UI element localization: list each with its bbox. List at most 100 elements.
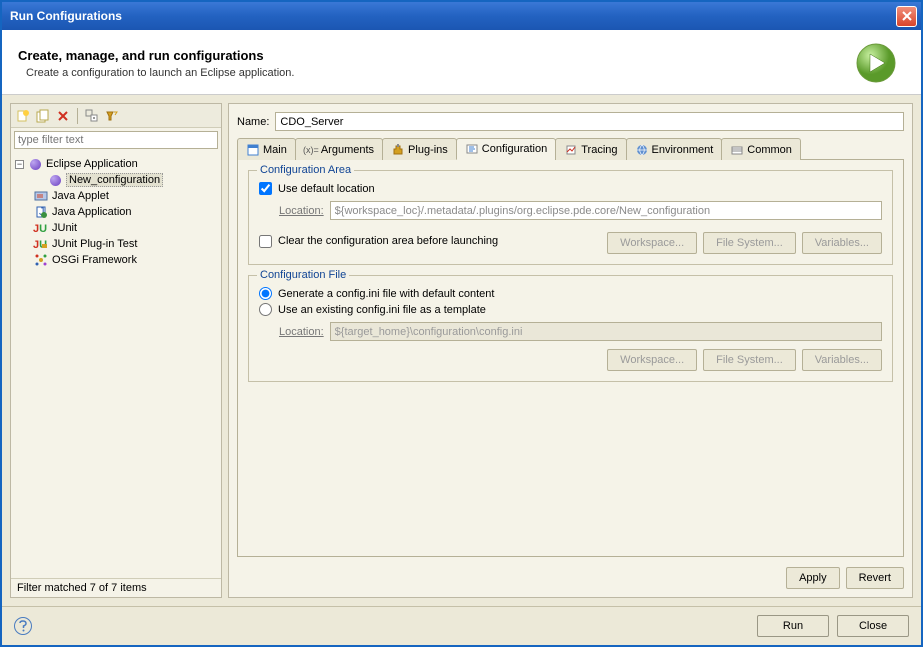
generate-config-radio[interactable] xyxy=(259,287,272,300)
window-title: Run Configurations xyxy=(10,9,896,23)
apply-button[interactable]: Apply xyxy=(786,567,840,589)
configuration-file-group: Configuration File Generate a config.ini… xyxy=(248,275,893,382)
existing-config-label: Use an existing config.ini file as a tem… xyxy=(278,304,486,316)
tree-label: JUnit Plug-in Test xyxy=(52,238,137,250)
close-icon xyxy=(902,11,912,21)
use-default-location-checkbox[interactable] xyxy=(259,182,272,195)
filter-icon xyxy=(105,109,119,123)
left-panel: − Eclipse Application New_configuration … xyxy=(10,103,222,598)
use-default-location-row: Use default location xyxy=(259,182,882,195)
tree-node-junit[interactable]: JU JUnit xyxy=(33,220,217,236)
workspace-button: Workspace... xyxy=(607,232,697,254)
tab-configuration[interactable]: Configuration xyxy=(456,138,556,160)
duplicate-config-button[interactable] xyxy=(35,108,51,124)
tab-arguments[interactable]: (x)=Arguments xyxy=(295,138,383,160)
tab-common[interactable]: Common xyxy=(721,138,801,160)
header-subtitle: Create a configuration to launch an Ecli… xyxy=(26,67,855,79)
run-config-dialog: Run Configurations Create, manage, and r… xyxy=(0,0,923,647)
filter-button[interactable] xyxy=(104,108,120,124)
tree-node-eclipse-application[interactable]: − Eclipse Application xyxy=(15,156,217,172)
use-default-location-label: Use default location xyxy=(278,183,375,195)
generate-config-row: Generate a config.ini file with default … xyxy=(259,287,882,300)
tab-label: Arguments xyxy=(321,144,374,156)
config-tree: − Eclipse Application New_configuration … xyxy=(11,152,221,578)
location-input xyxy=(330,201,882,220)
existing-config-radio[interactable] xyxy=(259,303,272,316)
template-location-input xyxy=(330,322,882,341)
variables-button: Variables... xyxy=(802,232,882,254)
tab-label: Main xyxy=(263,144,287,156)
tree-label: Java Applet xyxy=(52,190,109,202)
new-config-button[interactable] xyxy=(15,108,31,124)
new-icon xyxy=(16,109,30,123)
close-button[interactable]: Close xyxy=(837,615,909,637)
name-label: Name: xyxy=(237,116,269,128)
configuration-area-group: Configuration Area Use default location … xyxy=(248,170,893,265)
tab-environment[interactable]: Environment xyxy=(626,138,723,160)
tree-label: JUnit xyxy=(52,222,77,234)
variables-button: Variables... xyxy=(802,349,882,371)
tab-main[interactable]: Main xyxy=(237,138,296,160)
collapse-toggle[interactable]: − xyxy=(15,160,24,169)
tree-node-new-configuration[interactable]: New_configuration xyxy=(47,172,217,188)
window-close-button[interactable] xyxy=(896,6,917,27)
main-tab-icon xyxy=(246,143,260,157)
tab-content: Configuration Area Use default location … xyxy=(237,160,904,557)
tab-label: Configuration xyxy=(482,143,547,155)
delete-config-button[interactable] xyxy=(55,108,71,124)
header-title: Create, manage, and run configurations xyxy=(18,48,855,63)
tab-label: Common xyxy=(747,144,792,156)
plugins-tab-icon xyxy=(391,143,405,157)
existing-config-row: Use an existing config.ini file as a tem… xyxy=(259,303,882,316)
bottom-buttons: Run Close xyxy=(757,615,909,637)
filesystem-button: File System... xyxy=(703,349,796,371)
delete-icon xyxy=(57,110,69,122)
filter-input[interactable] xyxy=(14,131,218,149)
junit-icon: JU xyxy=(33,220,49,236)
filter-status: Filter matched 7 of 7 items xyxy=(11,578,221,597)
header-text: Create, manage, and run configurations C… xyxy=(18,48,855,79)
toolbar-separator xyxy=(77,108,78,124)
tab-bar: Main (x)=Arguments Plug-ins Configuratio… xyxy=(237,137,904,160)
tree-node-junit-plugin-test[interactable]: JU JUnit Plug-in Test xyxy=(33,236,217,252)
tree-label: OSGi Framework xyxy=(52,254,137,266)
tab-tracing[interactable]: Tracing xyxy=(555,138,626,160)
template-location-label: Location: xyxy=(279,326,324,338)
java-applet-icon xyxy=(33,188,49,204)
help-icon xyxy=(19,620,27,632)
common-tab-icon xyxy=(730,143,744,157)
tree-node-java-application[interactable]: J Java Application xyxy=(33,204,217,220)
config-name-input[interactable] xyxy=(275,112,904,131)
filesystem-button: File System... xyxy=(703,232,796,254)
titlebar: Run Configurations xyxy=(2,2,921,30)
tab-label: Environment xyxy=(652,144,714,156)
config-file-buttons: Workspace... File System... Variables... xyxy=(259,349,882,371)
right-footer-buttons: Apply Revert xyxy=(237,557,904,589)
name-row: Name: xyxy=(237,112,904,131)
clear-config-checkbox[interactable] xyxy=(259,235,272,248)
help-button[interactable] xyxy=(14,617,32,635)
dialog-header: Create, manage, and run configurations C… xyxy=(2,30,921,95)
run-button[interactable]: Run xyxy=(757,615,829,637)
clear-config-row: Clear the configuration area before laun… xyxy=(259,235,597,248)
run-icon xyxy=(855,42,897,84)
tree-node-osgi-framework[interactable]: OSGi Framework xyxy=(33,252,217,268)
location-label: Location: xyxy=(279,205,324,217)
collapse-all-button[interactable] xyxy=(84,108,100,124)
main-area: − Eclipse Application New_configuration … xyxy=(2,95,921,606)
tree-label: Java Application xyxy=(52,206,132,218)
bottom-bar: Run Close xyxy=(2,606,921,645)
tree-node-java-applet[interactable]: Java Applet xyxy=(33,188,217,204)
tree-label: Eclipse Application xyxy=(46,158,138,170)
generate-config-label: Generate a config.ini file with default … xyxy=(278,288,494,300)
duplicate-icon xyxy=(36,109,50,123)
tab-plugins[interactable]: Plug-ins xyxy=(382,138,457,160)
workspace-button: Workspace... xyxy=(607,349,697,371)
location-row: Location: xyxy=(279,201,882,220)
arguments-tab-icon: (x)= xyxy=(304,143,318,157)
clear-config-label: Clear the configuration area before laun… xyxy=(278,235,498,247)
revert-button[interactable]: Revert xyxy=(846,567,904,589)
junit-plugin-icon: JU xyxy=(33,236,49,252)
tab-label: Plug-ins xyxy=(408,144,448,156)
group-title: Configuration File xyxy=(257,269,349,281)
